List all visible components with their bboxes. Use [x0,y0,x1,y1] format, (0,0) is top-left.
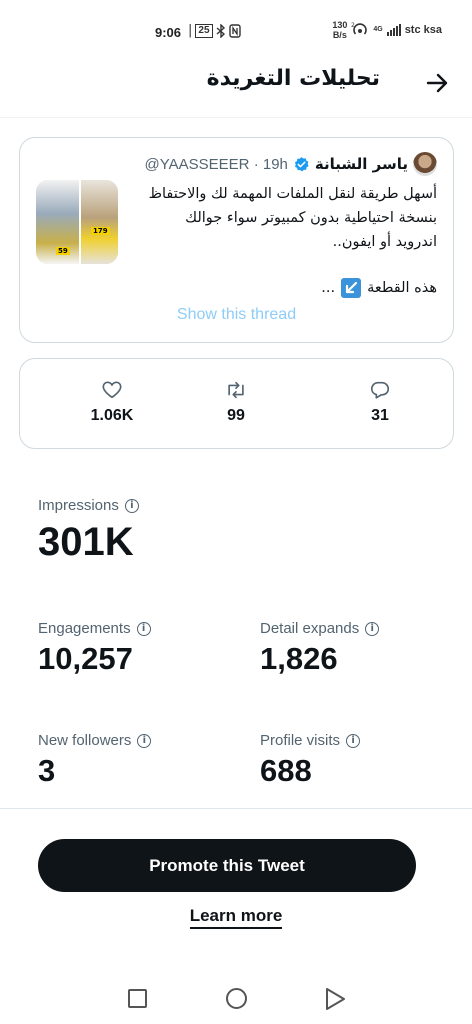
impressions-label: Impressions [38,497,119,514]
new-followers-label: New followers [38,732,132,749]
battery-indicator: 25 [195,23,213,38]
svg-text:2: 2 [351,22,355,29]
likes-count: 1.06K [90,407,134,424]
detail-expands-value: 1,826 [260,641,338,676]
author-handle: @YAASSEEER · 19h [144,155,288,173]
retweets-metric[interactable]: 99 [186,379,286,425]
profile-visits-label: Profile visits [260,732,341,749]
nav-home-icon[interactable] [226,988,247,1009]
section-divider [0,808,472,809]
status-bar: 9:06 | 25 130 B/s 2 4G stc ksa [0,0,472,62]
page-title: تحليلات التغريدة [206,66,380,91]
signal-icon [386,24,401,36]
arrow-right-icon[interactable] [422,68,452,98]
tweet-header: ياسر الشبانة @YAASSEEER · 19h [145,152,437,176]
tweet-media-thumbnail[interactable]: 59 179 [36,180,118,264]
network-speed: 130 B/s [332,20,348,40]
engagements-label: Engagements [38,620,131,637]
carrier-name: stc ksa [404,24,442,36]
tweet-text: أسهل طريقة لنقل الملفات المهمة لك والاحت… [148,186,437,250]
info-icon[interactable]: i [137,733,152,748]
retweet-icon [228,381,244,399]
hotspot-icon: 2 [351,22,368,35]
tweet-card[interactable]: ياسر الشبانة @YAASSEEER · 19h 59 179 أسه… [19,137,454,343]
engagements-value: 10,257 [38,641,133,676]
info-icon[interactable]: i [365,621,380,636]
info-icon[interactable]: i [346,733,361,748]
heart-icon [102,381,122,399]
new-followers-stat: New followers i 3 [38,732,152,789]
header: تحليلات التغريدة [0,62,472,118]
detail-expands-label: Detail expands [260,620,360,637]
author-name[interactable]: ياسر الشبانة [315,155,408,173]
promote-tweet-button[interactable]: Promote this Tweet [38,839,416,892]
nav-recent-icon[interactable] [128,989,147,1008]
nav-back-icon[interactable] [324,987,346,1011]
engagement-metrics-card: 1.06K 99 31 [19,358,454,449]
status-icons: | 25 [188,23,241,38]
replies-metric[interactable]: 31 [330,379,430,425]
system-nav-bar [0,960,472,1024]
info-icon[interactable]: i [124,498,139,513]
engagements-stat: Engagements i 10,257 [38,620,151,677]
thumb-price-right: 179 [91,227,110,235]
impressions-value: 301K [38,520,134,564]
info-icon[interactable]: i [136,621,151,636]
signal-group: 4G [373,26,382,34]
learn-more-link[interactable]: Learn more [189,906,283,929]
thumb-image-right [80,180,118,264]
retweets-count: 99 [227,407,245,424]
profile-visits-value: 688 [260,753,312,788]
divider-mark: | [188,23,193,38]
network-type: 4G [373,26,383,33]
impressions-stat: Impressions i 301K [38,497,139,565]
status-right: 130 B/s 2 4G stc ksa [332,20,442,40]
detail-expands-stat: Detail expands i 1,826 [260,620,380,677]
tweet-text-last-line: هذه القطعة ... [321,278,437,298]
likes-metric[interactable]: 1.06K [62,379,162,425]
reply-icon [370,381,390,399]
show-thread-link[interactable]: Show this thread [20,306,453,324]
new-followers-value: 3 [38,753,56,788]
profile-visits-stat: Profile visits i 688 [260,732,361,789]
status-time: 9:06 [155,25,182,40]
replies-count: 31 [371,407,389,424]
bluetooth-icon [216,23,225,38]
south-west-arrow-icon [341,278,362,298]
nfc-icon [228,23,241,38]
learn-more-container: Learn more [0,906,472,929]
verified-icon [294,156,309,171]
avatar[interactable] [413,152,437,176]
thumb-price-left: 59 [56,247,70,255]
